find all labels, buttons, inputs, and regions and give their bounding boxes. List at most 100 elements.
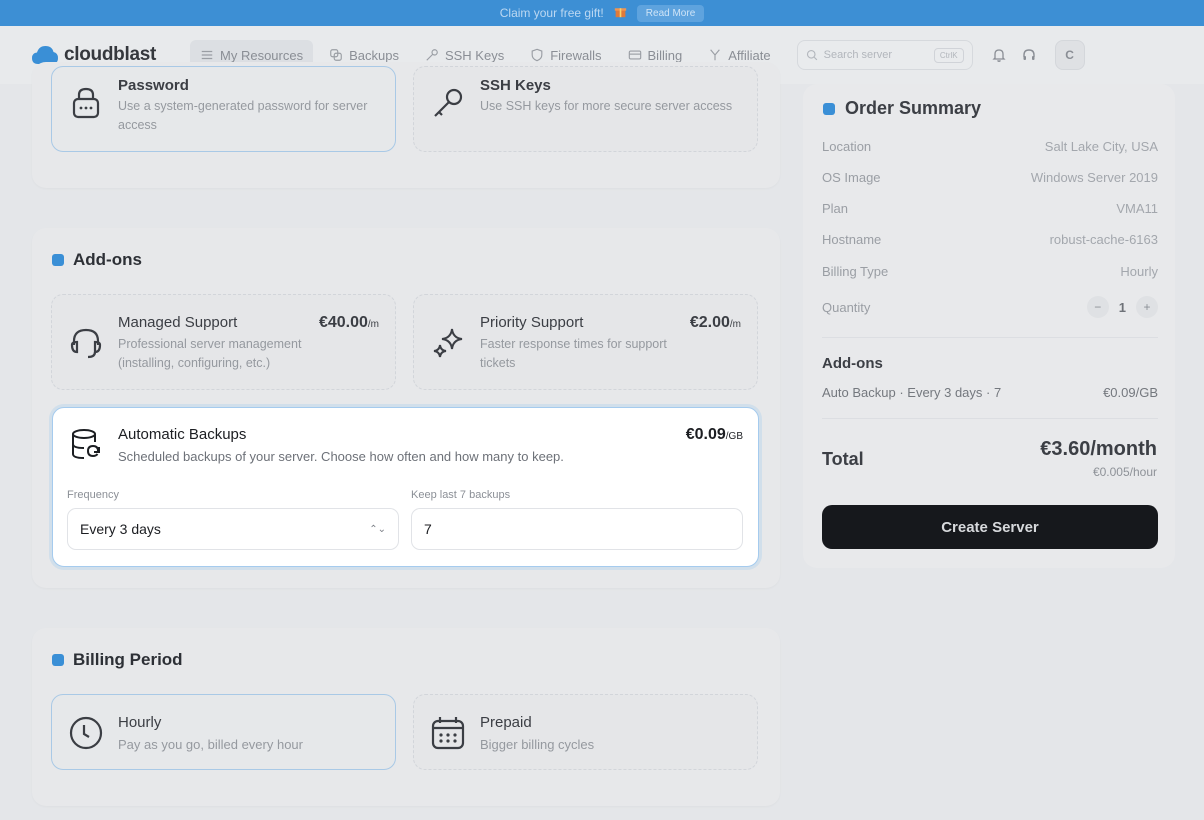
frequency-value: Every 3 days	[80, 521, 161, 537]
total-hourly: €0.005/hour	[1092, 465, 1157, 479]
row-label: Hostname	[822, 232, 882, 247]
price-value: €2.00	[689, 314, 730, 331]
price-value: €40.00	[318, 314, 368, 331]
addons-heading: Add-ons	[52, 250, 142, 270]
option-description: Scheduled backups of your server. Choose…	[118, 449, 564, 464]
option-description: Bigger billing cycles	[480, 737, 595, 752]
summary-addons-heading: Add-ons	[822, 355, 883, 372]
summary-row-location: Location Salt Lake City, USA	[822, 139, 1158, 154]
option-description-line1: Professional server management	[118, 337, 302, 351]
price-unit: /m	[729, 319, 741, 330]
row-value: Hourly	[1120, 264, 1158, 279]
option-description: Use a system-generated password for serv…	[118, 99, 368, 132]
nav-label: My Resources	[220, 47, 304, 63]
option-price: €0.09/GB	[686, 426, 743, 444]
ssh-key-option[interactable]: SSH Keys Use SSH keys for more secure se…	[413, 66, 758, 152]
nav-label: SSH Keys	[444, 47, 505, 63]
price-value: €0.09	[685, 426, 726, 443]
keep-backups-input[interactable]: 7	[411, 508, 743, 550]
option-description-line1: Faster response times for support	[480, 337, 667, 351]
bell-icon[interactable]	[991, 47, 1007, 63]
billing-period-heading: Billing Period	[52, 650, 183, 670]
frequency-select[interactable]: Every 3 days ⌃⌄	[67, 508, 399, 550]
section-dot	[823, 102, 835, 115]
create-server-button[interactable]: Create Server	[822, 505, 1158, 549]
headset-icon[interactable]	[1021, 47, 1037, 63]
managed-support-option[interactable]: Managed Support €40.00/m Professional se…	[51, 294, 396, 390]
keep-backups-value: 7	[424, 521, 432, 537]
list-icon	[201, 50, 213, 60]
row-value: Salt Lake City, USA	[1044, 139, 1158, 154]
priority-support-option[interactable]: Priority Support €2.00/m Faster response…	[413, 294, 758, 390]
nav-label: Affiliate	[728, 47, 771, 63]
fork-icon	[710, 49, 721, 61]
frequency-label: Frequency	[67, 489, 119, 501]
hourly-billing-option[interactable]: Hourly Pay as you go, billed every hour	[51, 694, 396, 770]
quantity-value: 1	[1118, 299, 1126, 315]
section-title: Billing Period	[73, 650, 183, 669]
option-title: SSH Keys	[480, 77, 551, 94]
option-title: Prepaid	[480, 714, 532, 731]
summary-row-quantity: Quantity − 1 +	[822, 296, 1158, 318]
clock-icon	[69, 716, 103, 750]
option-title: Priority Support	[480, 314, 584, 331]
nav-label: Firewalls	[550, 47, 602, 63]
addon-price: €0.09/GB	[1103, 385, 1158, 400]
card-icon	[628, 50, 641, 60]
gift-icon	[614, 5, 627, 21]
decrement-button[interactable]: −	[1086, 296, 1109, 318]
keep-backups-label: Keep last 7 backups	[411, 489, 511, 501]
addon-line: Auto Backup · Every 3 days · 7	[822, 385, 1002, 400]
option-title: Managed Support	[118, 314, 238, 331]
database-backup-icon	[72, 429, 100, 459]
section-dot	[52, 654, 64, 666]
row-label: OS Image	[822, 170, 881, 185]
search-input[interactable]: Search server CtrlK	[796, 40, 973, 70]
price-unit: /m	[367, 319, 379, 330]
increment-button[interactable]: +	[1136, 296, 1158, 318]
order-summary-panel: Order Summary Location Salt Lake City, U…	[803, 84, 1175, 568]
summary-addon-row: Auto Backup · Every 3 days · 7 €0.09/GB	[822, 385, 1158, 400]
row-value: VMA11	[1116, 201, 1158, 216]
summary-row-hostname: Hostname robust-cache-6163	[822, 232, 1158, 247]
sparkle-icon	[433, 328, 463, 358]
option-title: Password	[118, 77, 189, 94]
search-icon	[806, 49, 817, 61]
key-icon	[434, 88, 463, 117]
read-more-button[interactable]: Read More	[636, 4, 705, 22]
prepaid-billing-option[interactable]: Prepaid Bigger billing cycles	[413, 694, 758, 770]
headset-icon	[70, 328, 102, 359]
divider	[822, 337, 1158, 338]
nav-icons: C	[991, 40, 1085, 70]
row-label: Billing Type	[822, 264, 889, 279]
option-description-line2: tickets	[480, 356, 516, 370]
section-title: Order Summary	[845, 98, 982, 118]
search-shortcut: CtrlK	[933, 47, 964, 63]
calendar-icon	[431, 717, 465, 750]
key-icon	[426, 49, 438, 61]
automatic-backups-option[interactable]: Automatic Backups €0.09/GB Scheduled bac…	[52, 407, 759, 567]
shield-icon	[531, 48, 543, 62]
option-description-line2: (installing, configuring, etc.)	[118, 356, 271, 370]
avatar[interactable]: C	[1054, 40, 1085, 70]
price-unit: /GB	[725, 431, 743, 442]
quantity-stepper: − 1 +	[1086, 296, 1158, 318]
search-placeholder: Search server	[823, 49, 893, 61]
total-label: Total	[822, 449, 864, 469]
promo-text: Claim your free gift!	[499, 6, 604, 20]
row-value: robust-cache-6163	[1049, 232, 1158, 247]
option-price: €2.00/m	[690, 314, 741, 332]
select-chevron-icon: ⌃⌄	[369, 523, 386, 535]
option-title: Automatic Backups	[118, 426, 247, 443]
row-label: Quantity	[822, 299, 871, 315]
option-price: €40.00/m	[319, 314, 379, 332]
option-title: Hourly	[118, 714, 162, 731]
divider	[822, 418, 1158, 419]
row-label: Location	[822, 139, 872, 154]
password-option[interactable]: Password Use a system-generated password…	[51, 66, 396, 152]
summary-row-plan: Plan VMA11	[822, 201, 1158, 216]
order-summary-heading: Order Summary	[823, 98, 981, 119]
section-dot	[52, 254, 64, 266]
nav-label: Billing	[647, 47, 683, 63]
option-description: Pay as you go, billed every hour	[118, 737, 303, 752]
